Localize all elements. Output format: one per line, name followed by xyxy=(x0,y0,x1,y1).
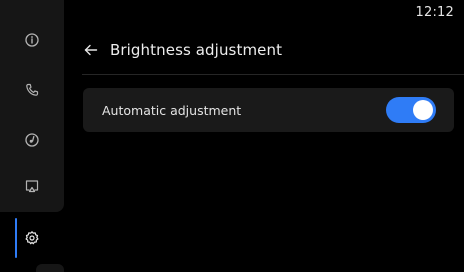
back-button[interactable] xyxy=(82,41,100,59)
sidebar-item-music[interactable] xyxy=(0,116,64,164)
automatic-adjustment-toggle[interactable] xyxy=(386,97,436,123)
brightness-settings-screen: 12:12 Brightness adjustment Automatic ad… xyxy=(0,0,464,272)
screen-cast-icon xyxy=(24,178,40,194)
automatic-adjustment-label: Automatic adjustment xyxy=(102,102,242,118)
status-time: 12:12 xyxy=(415,5,454,20)
arrow-left-icon xyxy=(83,42,99,58)
header-divider xyxy=(82,74,464,75)
page-title: Brightness adjustment xyxy=(110,41,283,59)
sidebar-item-phone[interactable] xyxy=(0,66,64,114)
sidebar-panel-tail xyxy=(36,264,64,272)
sidebar-item-screen-cast[interactable] xyxy=(0,162,64,210)
page-header: Brightness adjustment xyxy=(82,38,282,62)
toggle-knob xyxy=(413,100,433,120)
sidebar-item-info[interactable] xyxy=(0,16,64,64)
phone-icon xyxy=(24,82,40,98)
gear-icon xyxy=(24,230,40,246)
automatic-adjustment-row: Automatic adjustment xyxy=(83,88,454,132)
music-disc-icon xyxy=(24,132,40,148)
info-icon xyxy=(24,32,40,48)
sidebar-item-settings[interactable] xyxy=(0,214,64,262)
sidebar xyxy=(0,0,64,272)
